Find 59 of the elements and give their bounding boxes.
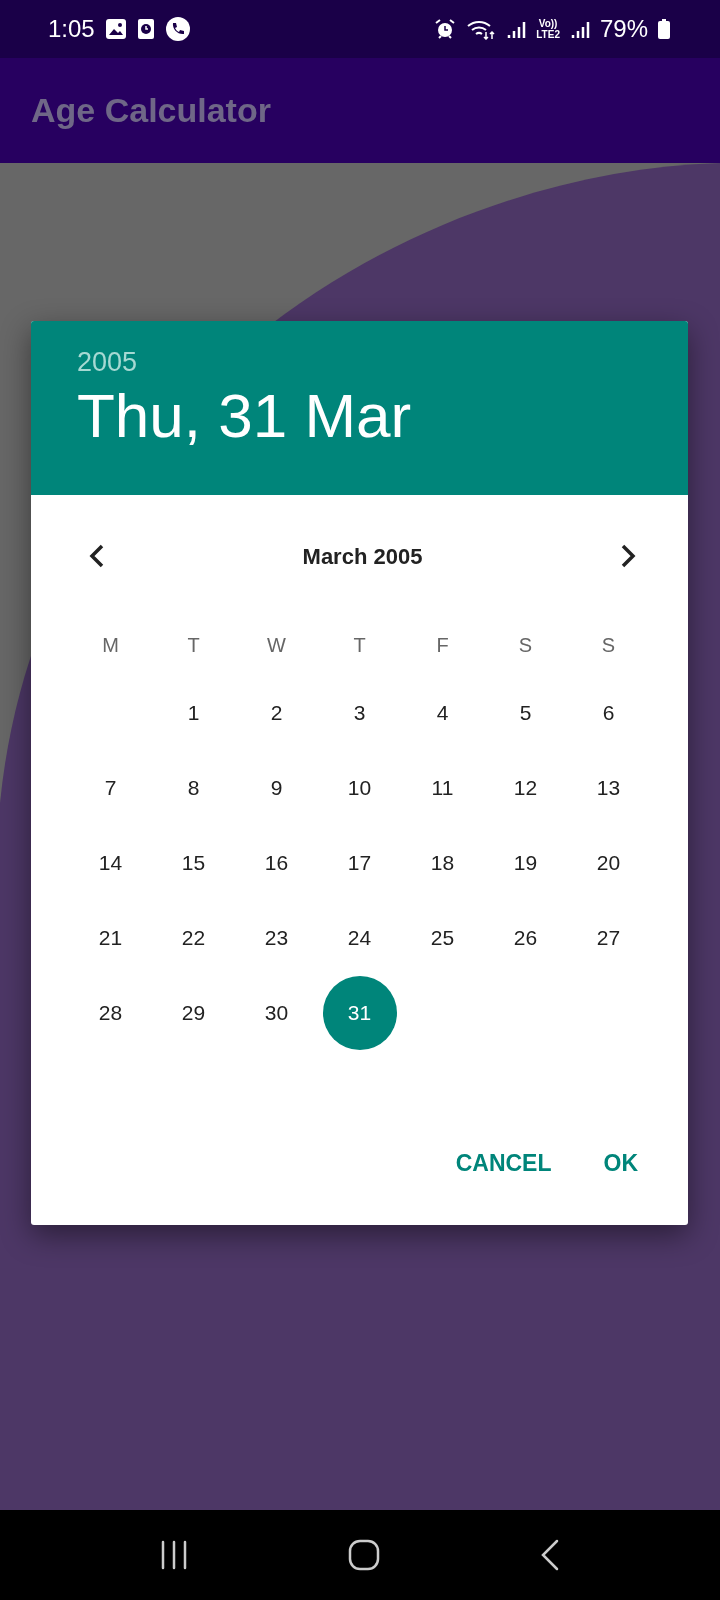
- day-button[interactable]: 3: [322, 675, 397, 750]
- day-button[interactable]: 26: [488, 900, 563, 975]
- day-button[interactable]: 23: [239, 900, 314, 975]
- network-label: Vo)) LTE2: [536, 18, 560, 40]
- weekday-label: M: [102, 633, 119, 657]
- phone-icon: [164, 16, 191, 42]
- recent-apps-icon[interactable]: [160, 1540, 188, 1570]
- day-button[interactable]: 12: [488, 750, 563, 825]
- weekday-label: T: [187, 633, 200, 657]
- image-icon: [104, 18, 127, 40]
- day-button[interactable]: 13: [571, 750, 646, 825]
- day-button[interactable]: 2: [239, 675, 314, 750]
- day-button[interactable]: 7: [73, 750, 148, 825]
- battery-level: 79%: [599, 15, 648, 43]
- day-button[interactable]: 20: [571, 825, 646, 900]
- wifi-icon: [466, 18, 497, 40]
- day-button[interactable]: 24: [322, 900, 397, 975]
- day-button[interactable]: 4: [405, 675, 480, 750]
- signal-icon: [506, 19, 527, 39]
- day-button[interactable]: 9: [239, 750, 314, 825]
- day-button[interactable]: 27: [571, 900, 646, 975]
- day-button[interactable]: 14: [73, 825, 148, 900]
- day-button[interactable]: 5: [488, 675, 563, 750]
- signal-icon: [569, 19, 590, 39]
- day-button[interactable]: 10: [322, 750, 397, 825]
- weekday-label: W: [267, 633, 286, 657]
- day-button[interactable]: 19: [488, 825, 563, 900]
- day-button[interactable]: 29: [156, 975, 231, 1050]
- day-button[interactable]: 18: [405, 825, 480, 900]
- back-icon[interactable]: [540, 1539, 560, 1571]
- battery-icon: [658, 19, 670, 39]
- app-title: Age Calculator: [31, 91, 271, 130]
- day-button[interactable]: 25: [405, 900, 480, 975]
- weekday-label: T: [353, 633, 366, 657]
- chevron-right-icon: [620, 543, 636, 568]
- home-icon[interactable]: [348, 1539, 380, 1571]
- day-button[interactable]: 8: [156, 750, 231, 825]
- weekday-label: S: [518, 633, 533, 657]
- dialog-button[interactable]: OK: [597, 1142, 644, 1185]
- clock-icon: [136, 18, 155, 40]
- day-button[interactable]: 11: [405, 750, 480, 825]
- dialog-button[interactable]: CANCEL: [449, 1142, 558, 1185]
- day-button[interactable]: 16: [239, 825, 314, 900]
- chevron-left-icon: [89, 543, 105, 568]
- day-button[interactable]: 31: [322, 975, 397, 1050]
- weekday-label: F: [436, 633, 449, 657]
- selected-date: Thu, 31 Mar: [77, 380, 412, 452]
- day-button[interactable]: 22: [156, 900, 231, 975]
- day-button[interactable]: 21: [73, 900, 148, 975]
- day-button[interactable]: 15: [156, 825, 231, 900]
- month-title: March 2005: [302, 544, 423, 570]
- day-button[interactable]: 6: [571, 675, 646, 750]
- day-button[interactable]: 30: [239, 975, 314, 1050]
- alarm-icon: [434, 18, 457, 40]
- day-button[interactable]: 1: [156, 675, 231, 750]
- day-button[interactable]: 17: [322, 825, 397, 900]
- day-button[interactable]: 28: [73, 975, 148, 1050]
- weekday-label: S: [601, 633, 616, 657]
- clock: 1:05: [48, 15, 95, 43]
